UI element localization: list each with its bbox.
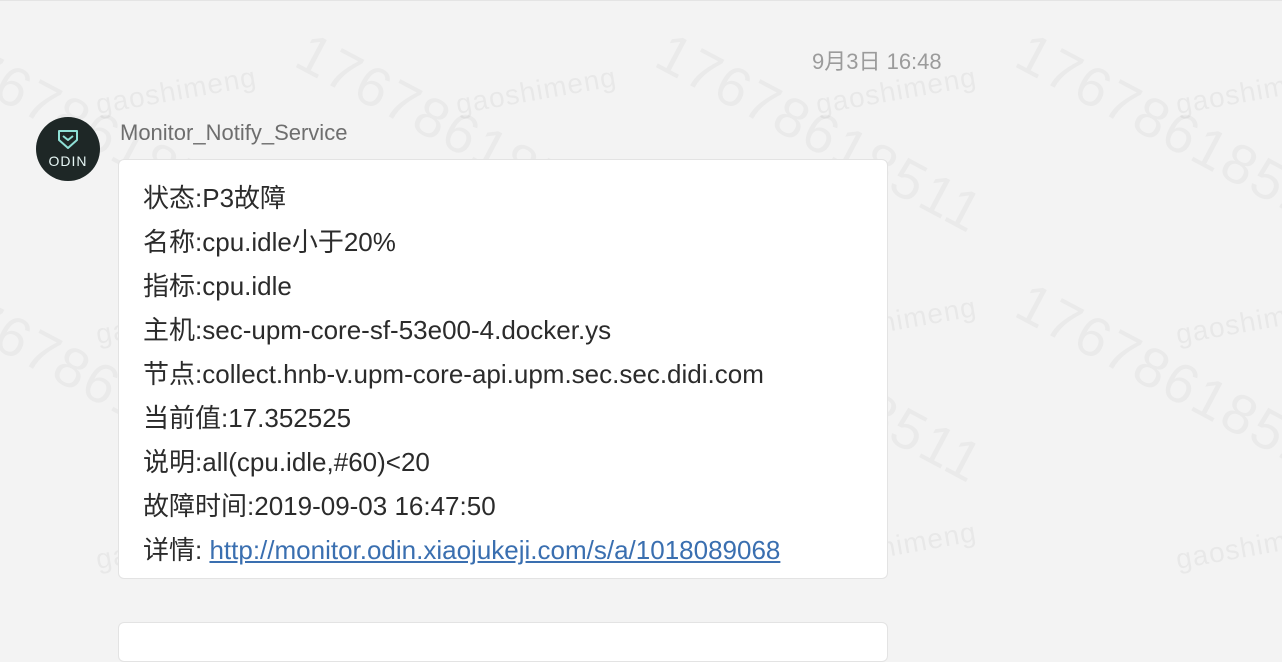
watermark-name: gaoshimeng [1173, 291, 1282, 351]
alert-node-value: collect.hnb-v.upm-core-api.upm.sec.sec.d… [202, 359, 764, 389]
watermark-name: gaoshimeng [93, 61, 259, 121]
watermark-number: 17678618511 [1006, 19, 1282, 246]
alert-host-label: 主机: [143, 315, 203, 345]
alert-metric-label: 指标: [143, 271, 203, 301]
message-bubble: 状态:P3故障 名称:cpu.idle小于20% 指标:cpu.idle 主机:… [118, 159, 888, 579]
watermark-name: gaoshimeng [1173, 516, 1282, 576]
alert-name-line: 名称:cpu.idle小于20% [143, 220, 887, 264]
odin-logo-icon [58, 130, 78, 149]
avatar-label: ODIN [48, 153, 88, 169]
alert-node-line: 节点:collect.hnb-v.upm-core-api.upm.sec.se… [143, 352, 887, 396]
watermark-name: gaoshimeng [453, 61, 619, 121]
alert-current-value: 17.352525 [228, 403, 352, 433]
next-message-bubble [118, 622, 888, 662]
alert-name-value: cpu.idle小于20% [202, 227, 396, 257]
alert-details-line: 详情: http://monitor.odin.xiaojukeji.com/s… [143, 528, 887, 572]
alert-description-line: 说明:all(cpu.idle,#60)<20 [143, 440, 887, 484]
alert-host-value: sec-upm-core-sf-53e00-4.docker.ys [202, 315, 612, 345]
message-timestamp: 9月3日 16:48 [812, 49, 942, 74]
alert-time-value: 2019-09-03 16:47:50 [254, 491, 496, 521]
alert-status-value: P3故障 [202, 183, 287, 213]
alert-description-value: all(cpu.idle,#60)<20 [202, 447, 430, 477]
alert-name-label: 名称: [143, 227, 203, 257]
alert-current-value-line: 当前值:17.352525 [143, 396, 887, 440]
alert-time-label: 故障时间: [143, 491, 255, 521]
alert-host-line: 主机:sec-upm-core-sf-53e00-4.docker.ys [143, 308, 887, 352]
alert-time-line: 故障时间:2019-09-03 16:47:50 [143, 484, 887, 528]
alert-metric-value: cpu.idle [202, 271, 292, 301]
alert-details-label: 详情: [143, 535, 210, 565]
alert-status-line: 状态:P3故障 [143, 176, 887, 220]
alert-status-label: 状态: [143, 183, 203, 213]
watermark-number: 17678618511 [1006, 269, 1282, 496]
alert-metric-line: 指标:cpu.idle [143, 264, 887, 308]
avatar[interactable]: ODIN [36, 117, 100, 181]
alert-node-label: 节点: [143, 359, 203, 389]
alert-current-value-label: 当前值: [143, 403, 229, 433]
top-divider [0, 0, 1282, 1]
alert-description-label: 说明: [143, 447, 203, 477]
alert-details-link[interactable]: http://monitor.odin.xiaojukeji.com/s/a/1… [209, 535, 780, 565]
sender-name: Monitor_Notify_Service [120, 120, 348, 145]
watermark-name: gaoshimeng [1173, 61, 1282, 121]
